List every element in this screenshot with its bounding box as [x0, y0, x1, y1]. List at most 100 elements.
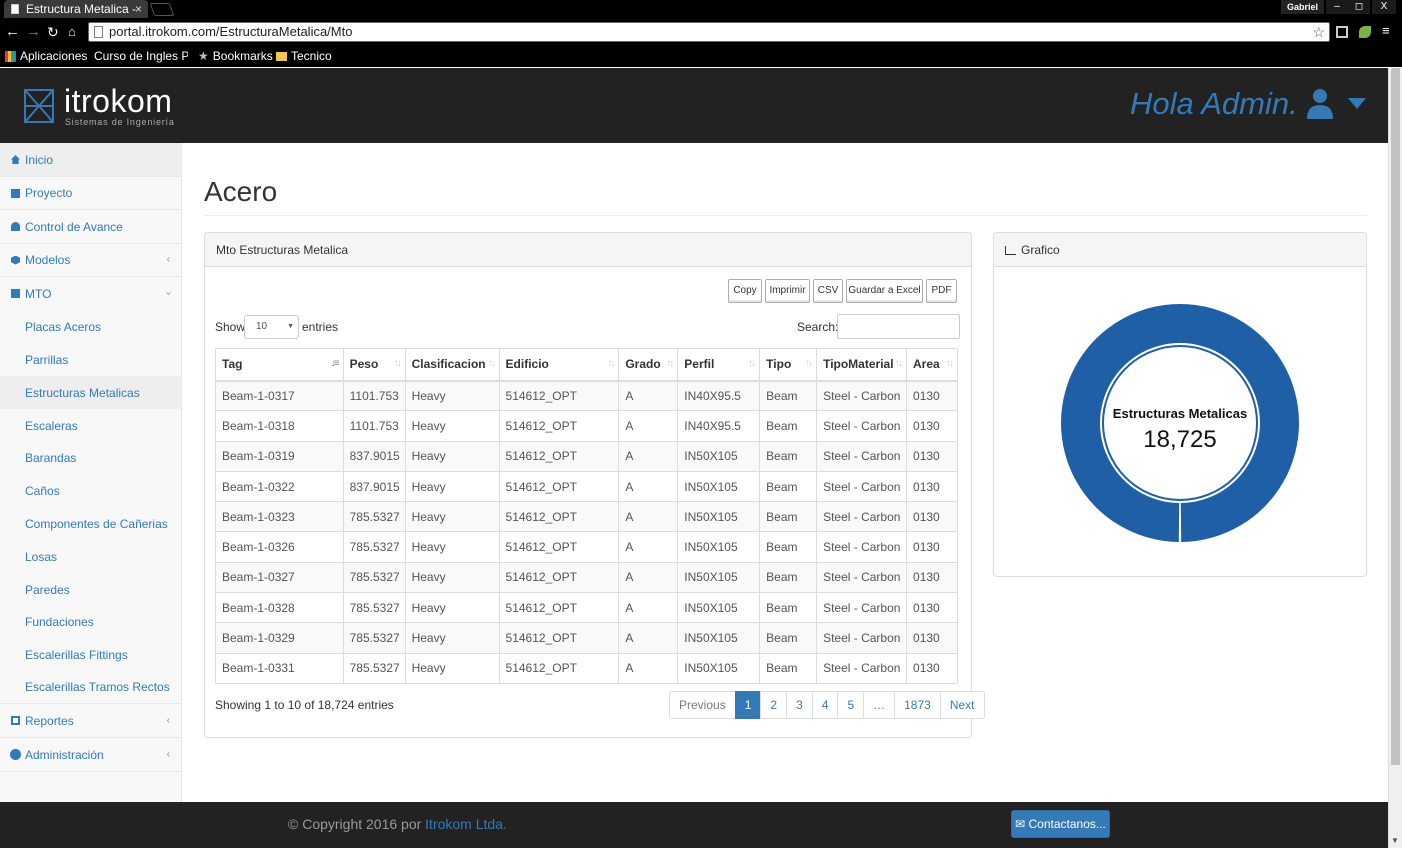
table-row[interactable]: Beam-1-0326 785.5327 Heavy 514612_OPT A IN50X…: [215, 531, 958, 563]
extension-screen-icon[interactable]: [1336, 26, 1348, 38]
table-row[interactable]: Beam-1-0331 785.5327 Heavy 514612_OPT A IN50X…: [215, 652, 958, 684]
sidebar-item-modelos[interactable]: Modelos ‹: [0, 244, 181, 277]
table-cell: 514612_OPT: [498, 440, 620, 472]
sidebar-sub-losas[interactable]: Losas: [0, 540, 181, 573]
close-tab-icon[interactable]: ×: [135, 0, 142, 18]
back-icon[interactable]: ←: [5, 22, 20, 42]
bookmark-curso[interactable]: Curso de Ingles P: [90, 46, 188, 66]
table-cell: Beam-1-0323: [215, 501, 344, 533]
table-cell: 837.9015: [342, 440, 406, 472]
home-icon[interactable]: ⌂: [68, 22, 76, 42]
sidebar-item-inicio[interactable]: Inicio: [0, 143, 181, 177]
sidebar-sub-canos[interactable]: Caños: [0, 474, 181, 507]
sidebar-sub-escalerillas-fittings[interactable]: Escalerillas Fittings: [0, 638, 181, 671]
page-button[interactable]: 3: [786, 691, 813, 719]
address-bar[interactable]: portal.itrokom.com/EstructuraMetalica/Mt…: [88, 22, 1330, 42]
contact-label: Contactanos...: [1028, 817, 1106, 831]
excel-button[interactable]: Guardar a Excel: [846, 279, 923, 303]
table-row[interactable]: Beam-1-0329 785.5327 Heavy 514612_OPT A IN50X…: [215, 622, 958, 654]
chevron-left-icon: ‹: [166, 714, 170, 726]
table-cell: Heavy: [404, 561, 500, 594]
table-row[interactable]: Beam-1-0322 837.9015 Heavy 514612_OPT A IN50X…: [215, 470, 958, 503]
column-header[interactable]: Tag ↓≡: [215, 348, 344, 382]
print-button[interactable]: Imprimir: [765, 279, 810, 303]
chevron-down-icon: ‹: [162, 291, 174, 295]
page-button[interactable]: …: [863, 691, 896, 719]
sidebar-sub-escalerillas-tramos-rectos[interactable]: Escalerillas Tramos Rectos: [0, 671, 181, 704]
bookmark-apps[interactable]: Aplicaciones: [5, 46, 87, 66]
sidebar-item-mto[interactable]: MTO ‹: [0, 277, 181, 310]
table-row[interactable]: Beam-1-0323 785.5327 Heavy 514612_OPT A IN50X…: [215, 501, 958, 533]
column-header[interactable]: Peso ↑↓: [342, 348, 406, 382]
page-button[interactable]: 2: [760, 691, 788, 719]
forward-icon[interactable]: →: [26, 22, 41, 42]
reload-icon[interactable]: ↻: [47, 22, 59, 42]
table-cell: Heavy: [404, 622, 500, 654]
user-greeting[interactable]: Hola Admin.: [1130, 86, 1298, 122]
column-header[interactable]: Grado ↑↓: [618, 348, 679, 382]
company-link[interactable]: Itrokom Ltda.: [425, 816, 507, 832]
sidebar-sub-componentes-de-canerias[interactable]: Componentes de Cañerias: [0, 507, 181, 540]
user-menu-caret-icon[interactable]: [1348, 98, 1366, 109]
table-cell: Steel - Carbon: [816, 531, 908, 563]
sidebar-item-label: Control de Avance: [25, 219, 123, 234]
footer: [0, 802, 1388, 848]
column-header[interactable]: Perfil ↑↓: [677, 348, 761, 382]
sidebar-sub-label: Estructuras Metalicas: [25, 385, 140, 400]
sidebar-sub-barandas[interactable]: Barandas: [0, 442, 181, 474]
sidebar-item-control-de-avance[interactable]: Control de Avance: [0, 210, 181, 244]
new-tab-button[interactable]: [149, 3, 175, 16]
extension-leaf-icon[interactable]: [1359, 26, 1371, 38]
minimize-button[interactable]: –: [1326, 0, 1348, 14]
donut-slice[interactable]: [1061, 304, 1299, 542]
close-window-button[interactable]: X: [1372, 0, 1396, 14]
scrollbar-thumb[interactable]: [1391, 68, 1400, 765]
previous-page-button[interactable]: Previous: [669, 691, 736, 719]
sidebar-item-administracion[interactable]: Administración ‹: [0, 738, 181, 772]
contact-button[interactable]: ✉ Contactanos...: [1011, 810, 1110, 838]
menu-icon[interactable]: ≡: [1382, 21, 1390, 41]
bookmark-tecnico[interactable]: Tecnico: [276, 46, 332, 66]
sidebar-item-reportes[interactable]: Reportes ‹: [0, 704, 181, 738]
search-input[interactable]: [837, 314, 960, 339]
maximize-button[interactable]: ◻: [1348, 0, 1370, 14]
table-row[interactable]: Beam-1-0327 785.5327 Heavy 514612_OPT A IN50X…: [215, 561, 958, 594]
table-row[interactable]: Beam-1-0317 1101.753 Heavy 514612_OPT A IN40X…: [215, 379, 958, 412]
page-button[interactable]: 1: [734, 691, 762, 719]
window-user-badge[interactable]: Gabriel: [1280, 0, 1324, 14]
column-header[interactable]: TipoMaterial ↑↓: [816, 348, 908, 382]
page-scrollbar[interactable]: ▼: [1388, 68, 1402, 848]
table-row[interactable]: Beam-1-0318 1101.753 Heavy 514612_OPT A IN40X…: [215, 410, 958, 442]
sidebar-sub-placas-aceros[interactable]: Placas Aceros: [0, 310, 181, 343]
csv-button[interactable]: CSV: [813, 279, 843, 303]
sidebar-sub-estructuras-metalicas[interactable]: Estructuras Metalicas: [0, 376, 181, 409]
table-cell: Steel - Carbon: [816, 379, 908, 412]
column-header[interactable]: Tipo ↑↓: [759, 348, 818, 382]
bookmark-bookmarks[interactable]: ★ Bookmarks: [198, 46, 273, 66]
column-header[interactable]: Area ↑↓: [906, 348, 958, 382]
bookmark-star-icon[interactable]: ☆: [1312, 23, 1325, 41]
table-row[interactable]: Beam-1-0319 837.9015 Heavy 514612_OPT A IN50X…: [215, 440, 958, 472]
sidebar-sub-parrillas[interactable]: Parrillas: [0, 343, 181, 376]
table-cell: Beam: [759, 440, 818, 472]
page-button[interactable]: 1873: [894, 691, 941, 719]
bookmark-label: Aplicaciones: [20, 49, 88, 63]
page-button[interactable]: 4: [811, 691, 839, 719]
sidebar-sub-label: Losas: [25, 549, 58, 564]
table-row[interactable]: Beam-1-0328 785.5327 Heavy 514612_OPT A IN50X…: [215, 592, 958, 624]
sidebar-item-proyecto[interactable]: Proyecto: [0, 177, 181, 210]
copy-button[interactable]: Copy: [728, 279, 762, 303]
page-length-select[interactable]: 10 ▼: [244, 315, 299, 339]
pdf-button[interactable]: PDF: [926, 279, 957, 303]
scroll-down-arrow-icon[interactable]: ▼: [1391, 836, 1399, 845]
browser-tab[interactable]: Estructura Metalica - ×: [4, 0, 148, 18]
sidebar-sub-escaleras[interactable]: Escaleras: [0, 409, 181, 442]
table-cell: A: [618, 592, 679, 624]
next-page-button[interactable]: Next: [939, 691, 985, 719]
column-header[interactable]: Clasificacion ↑↓: [404, 348, 500, 382]
user-icon[interactable]: [1306, 88, 1334, 120]
column-header[interactable]: Edificio ↑↓: [498, 348, 620, 382]
sidebar-sub-paredes[interactable]: Paredes: [0, 573, 181, 606]
sidebar-sub-fundaciones[interactable]: Fundaciones: [0, 606, 181, 638]
page-button[interactable]: 5: [837, 691, 865, 719]
